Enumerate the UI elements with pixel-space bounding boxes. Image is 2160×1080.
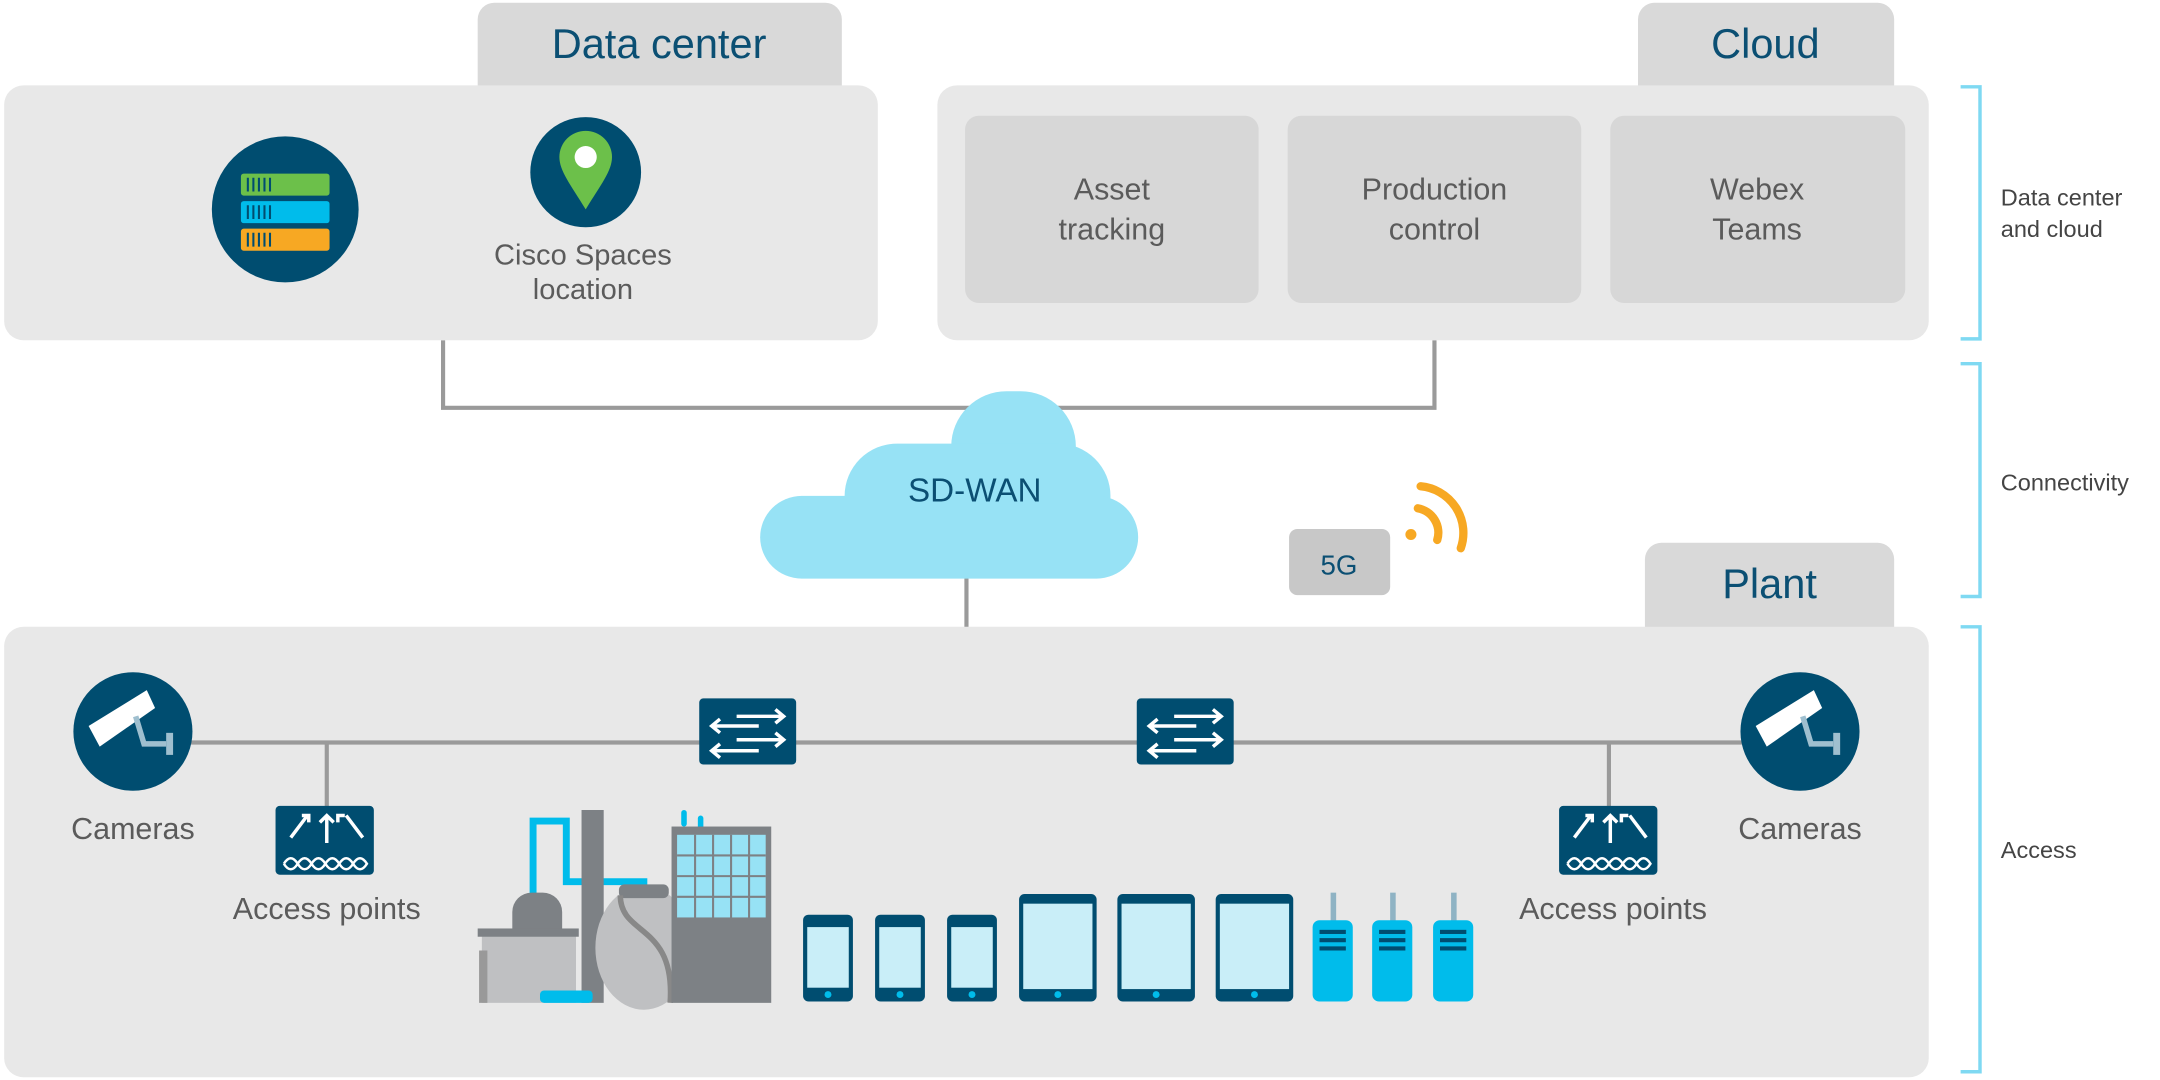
app-asset-tracking: Asset tracking: [965, 115, 1259, 304]
tablet-icon: [1215, 894, 1294, 1002]
layer-label-connectivity: Connectivity: [2001, 469, 2129, 495]
wireless-signal-icon: [1405, 482, 1468, 553]
app-label: Asset: [1074, 173, 1151, 207]
smartphone-icon: [803, 914, 853, 1002]
app-production-control: Production control: [1287, 115, 1582, 304]
app-label: Webex: [1710, 173, 1804, 207]
layer-label-data-center-cloud-2: and cloud: [2001, 216, 2103, 242]
data-center-panel: [4, 85, 878, 341]
data-center-title: Data center: [552, 20, 767, 67]
diagram: Data center Cisco Spaces location Cloud: [4, 2, 2129, 1078]
access-point-icon: [275, 805, 374, 875]
location-pin-icon: [530, 117, 642, 228]
access-points-label-right: Access points: [1519, 892, 1707, 926]
app-label: Teams: [1712, 213, 1802, 247]
cameras-label-right: Cameras: [1738, 812, 1862, 846]
smartphone-icon: [947, 914, 997, 1002]
access-point-icon: [1559, 805, 1658, 875]
app-label: tracking: [1059, 213, 1166, 247]
server-icon: [211, 136, 359, 283]
app-label: Production: [1362, 173, 1508, 207]
data-center-section: Data center Cisco Spaces location: [4, 2, 878, 341]
cisco-spaces-label-2: location: [533, 274, 633, 306]
cameras-label-left: Cameras: [71, 812, 195, 846]
layer-brackets: [1960, 85, 1982, 1074]
tablet-icon: [1019, 894, 1097, 1002]
layer-label-access: Access: [2001, 837, 2077, 863]
camera-icon: [1740, 672, 1860, 791]
sdwan-label: SD-WAN: [908, 473, 1041, 510]
bracket-connectivity: [1960, 361, 1982, 599]
bracket-access: [1960, 625, 1982, 1074]
cloud-title: Cloud: [1711, 20, 1820, 67]
camera-icon: [73, 672, 193, 791]
app-label: control: [1389, 213, 1480, 247]
cisco-spaces-label: Cisco Spaces: [494, 240, 672, 272]
plant-title: Plant: [1722, 560, 1817, 607]
cloud-section: Cloud Asset tracking Production control …: [937, 2, 1929, 341]
switch-icon: [1136, 698, 1234, 765]
app-webex-teams: Webex Teams: [1610, 115, 1906, 304]
smartphone-icon: [875, 914, 925, 1002]
5g-label: 5G: [1320, 550, 1357, 581]
access-points-label-left: Access points: [233, 892, 421, 926]
layer-label-data-center-cloud: Data center: [2001, 184, 2123, 210]
bracket-data-center-cloud: [1960, 85, 1982, 341]
tablet-icon: [1117, 894, 1195, 1002]
switch-icon: [699, 698, 797, 765]
